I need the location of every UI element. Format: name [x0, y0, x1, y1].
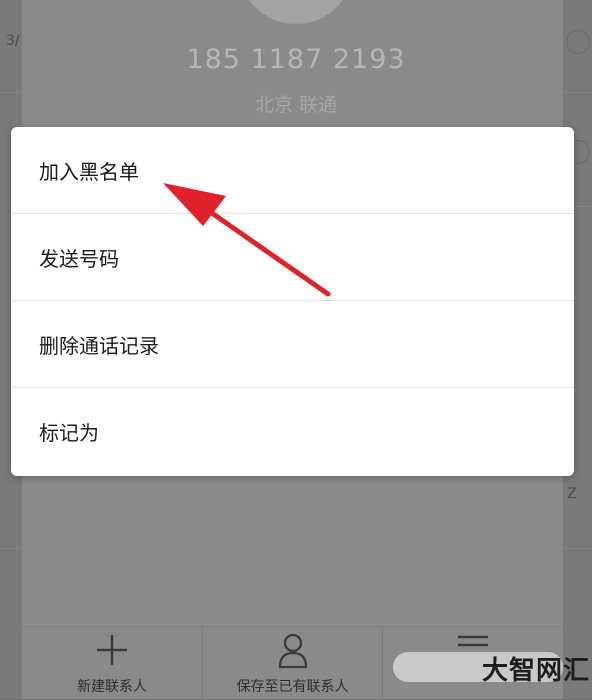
person-icon [277, 633, 309, 673]
background-divider [0, 548, 22, 549]
menu-item-add-to-blacklist[interactable]: 加入黑名单 [11, 127, 574, 214]
menu-item-label: 删除通话记录 [39, 333, 159, 358]
phone-number: 185 1187 2193 [186, 44, 406, 75]
menu-item-label: 加入黑名单 [39, 159, 139, 184]
watermark-logo: 大智网汇 [482, 656, 591, 686]
menu-item-send-number[interactable]: 发送号码 [11, 214, 574, 301]
new-contact-button[interactable]: 新建联系人 [22, 627, 202, 700]
plus-icon [95, 633, 129, 671]
menu-item-label: 标记为 [39, 421, 99, 445]
menu-item-mark-as[interactable]: 标记为 [11, 388, 574, 475]
carrier-location: 北京 联通 [254, 94, 338, 116]
new-contact-label: 新建联系人 [77, 679, 147, 695]
save-to-existing-label: 保存至已有联系人 [236, 679, 349, 695]
call-log-context-menu: 加入黑名单 发送号码 删除通话记录 标记为 [11, 127, 574, 476]
background-list-fragment: Z [567, 486, 577, 502]
menu-item-delete-call-log[interactable]: 删除通话记录 [11, 301, 574, 388]
background-divider [563, 548, 592, 549]
save-to-existing-contact-button[interactable]: 保存至已有联系人 [203, 627, 382, 700]
menu-item-label: 发送号码 [39, 246, 119, 271]
